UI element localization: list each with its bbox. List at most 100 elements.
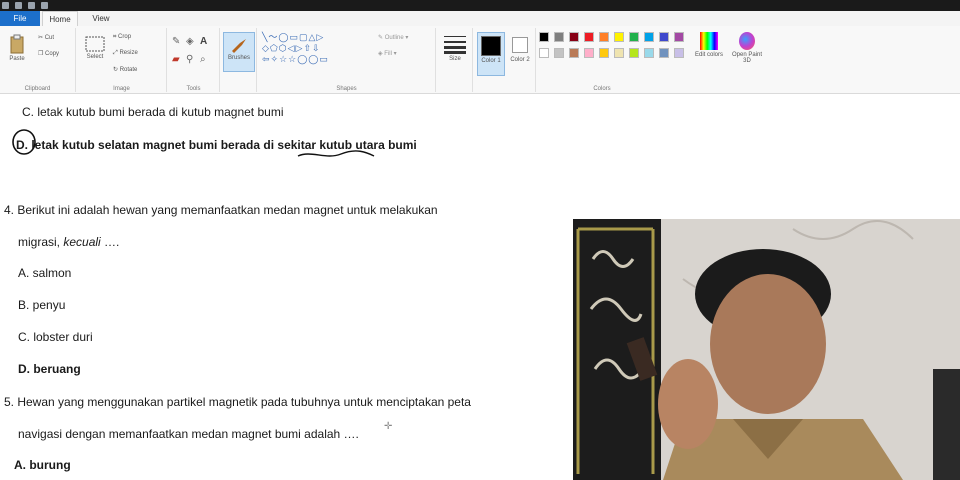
crosshair-cursor-icon: ✛ [384, 421, 393, 432]
size-icon [444, 36, 466, 54]
color-swatch[interactable] [554, 48, 564, 58]
fill-icon[interactable]: ◈ [186, 36, 194, 47]
color2-label: Color 2 [510, 57, 530, 63]
color-swatch[interactable] [659, 32, 669, 42]
underline-mark [297, 150, 375, 157]
eraser-icon[interactable]: ▰ [172, 54, 180, 65]
cut-button[interactable]: ✂ Cut [38, 34, 54, 41]
select-button[interactable]: Select [81, 36, 109, 60]
clipboard-group-label: Clipboard [24, 86, 51, 92]
rotate-label: Rotate [119, 67, 138, 73]
cut-label: Cut [44, 35, 55, 41]
color-swatch[interactable] [674, 32, 684, 42]
shapes-group: ╲〜◯▭▢△▷ ◇⬠⬡◁▷⇧⇩ ⇦✧☆☆◯◯▭ ✎ Outline ▾ ◈ Fill… [258, 28, 436, 92]
size-group: Size [437, 28, 473, 92]
color1-button[interactable]: Color 1 [477, 32, 505, 76]
color-swatch[interactable] [539, 32, 549, 42]
color-swatch[interactable] [674, 48, 684, 58]
size-button[interactable]: Size [441, 34, 469, 62]
color-swatch[interactable] [554, 32, 564, 42]
brushes-group: Brushes [221, 28, 257, 92]
color-swatch[interactable] [539, 48, 549, 58]
shapes-gallery[interactable]: ╲〜◯▭▢△▷ ◇⬠⬡◁▷⇧⇩ ⇦✧☆☆◯◯▭ [262, 32, 329, 65]
q4-line2-part-b: kecuali [63, 235, 101, 249]
paste-icon [10, 34, 24, 54]
fill-button[interactable]: ◈ Fill ▾ [378, 50, 397, 57]
color2-button[interactable]: Color 2 [507, 32, 533, 63]
color-swatch[interactable] [644, 48, 654, 58]
image-group-label: Image [113, 86, 130, 92]
q4-option-d: D. beruang [18, 362, 81, 376]
text-icon[interactable]: A [200, 36, 207, 47]
tools-group-label: Tools [186, 86, 201, 92]
tab-file[interactable]: File [0, 11, 40, 26]
clipboard-group: Paste ✂ Cut ❐ Copy Clipboard [0, 28, 76, 92]
paint3d-button[interactable]: Open Paint 3D [729, 32, 765, 64]
size-label: Size [449, 56, 461, 62]
paint3d-label: Open Paint 3D [731, 52, 763, 64]
q4-option-b: B. penyu [18, 298, 66, 312]
q3-option-c: C. letak kutub bumi berada di kutub magn… [22, 105, 284, 119]
edit-colors-button[interactable]: Edit colors [695, 32, 723, 58]
color-swatch[interactable] [659, 48, 669, 58]
color1-swatch [481, 36, 501, 56]
color-swatch[interactable] [584, 48, 594, 58]
color-swatch[interactable] [644, 32, 654, 42]
ribbon-tabs: File Home View [0, 11, 960, 26]
color-swatch[interactable] [614, 48, 624, 58]
q4-question-line2: migrasi, kecuali …. [18, 235, 119, 249]
customize-icon[interactable] [41, 2, 48, 9]
quick-access-toolbar [2, 0, 48, 11]
color1-label: Color 1 [481, 58, 501, 64]
save-icon[interactable] [2, 2, 9, 9]
color-swatch[interactable] [599, 48, 609, 58]
active-colors-group: Color 1 Color 2 [474, 28, 536, 92]
colors-group-label: Colors [593, 86, 611, 92]
color-swatch[interactable] [629, 32, 639, 42]
q5-question-line2: navigasi dengan memanfaatkan medan magne… [18, 427, 359, 441]
color-swatch[interactable] [614, 32, 624, 42]
q4-question-line1: 4. Berikut ini adalah hewan yang memanfa… [4, 203, 438, 217]
copy-button[interactable]: ❐ Copy [38, 50, 59, 57]
resize-label: Resize [119, 50, 138, 56]
resize-button[interactable]: ⤢ Resize [113, 50, 138, 57]
tab-home[interactable]: Home [42, 11, 78, 26]
color-swatch[interactable] [599, 32, 609, 42]
undo-icon[interactable] [15, 2, 22, 9]
crop-button[interactable]: ⌗ Crop [113, 34, 131, 41]
paint3d-icon [739, 32, 755, 50]
q4-line2-part-c: …. [100, 235, 120, 249]
outline-label: Outline [384, 35, 404, 41]
paste-button[interactable]: Paste [4, 34, 30, 62]
select-label: Select [86, 54, 104, 60]
color-swatch[interactable] [584, 32, 594, 42]
edit-colors-label: Edit colors [695, 52, 724, 58]
brush-icon [232, 39, 246, 53]
colors-group: Edit colors Open Paint 3D Colors [537, 28, 777, 92]
select-icon [85, 36, 105, 52]
color2-swatch [512, 37, 528, 53]
outline-button[interactable]: ✎ Outline ▾ [378, 34, 408, 41]
tools-group: ✎ ◈ A ▰ ⚲ ⌕ Tools [168, 28, 220, 92]
color-picker-icon[interactable]: ⚲ [186, 54, 193, 65]
webcam-overlay [573, 219, 960, 480]
paste-label: Paste [9, 56, 25, 62]
image-group: Select ⌗ Crop ⤢ Resize ↻ Rotate Image [77, 28, 167, 92]
q4-option-a: A. salmon [18, 266, 72, 280]
title-bar [0, 0, 960, 11]
q4-option-c: C. lobster duri [18, 330, 93, 344]
q4-line2-part-a: migrasi, [18, 235, 64, 249]
color-swatch[interactable] [569, 32, 579, 42]
q5-option-a: A. burung [14, 458, 71, 472]
color-swatch[interactable] [629, 48, 639, 58]
rotate-button[interactable]: ↻ Rotate [113, 66, 137, 73]
fill-label: Fill [384, 51, 392, 57]
shapes-group-label: Shapes [336, 86, 357, 92]
pencil-icon[interactable]: ✎ [172, 36, 180, 47]
redo-icon[interactable] [28, 2, 35, 9]
ribbon: Paste ✂ Cut ❐ Copy Clipboard Select ⌗ Cr… [0, 26, 960, 94]
brushes-button[interactable]: Brushes [223, 32, 255, 72]
magnifier-icon[interactable]: ⌕ [200, 54, 206, 65]
tab-view[interactable]: View [84, 11, 118, 26]
color-swatch[interactable] [569, 48, 579, 58]
